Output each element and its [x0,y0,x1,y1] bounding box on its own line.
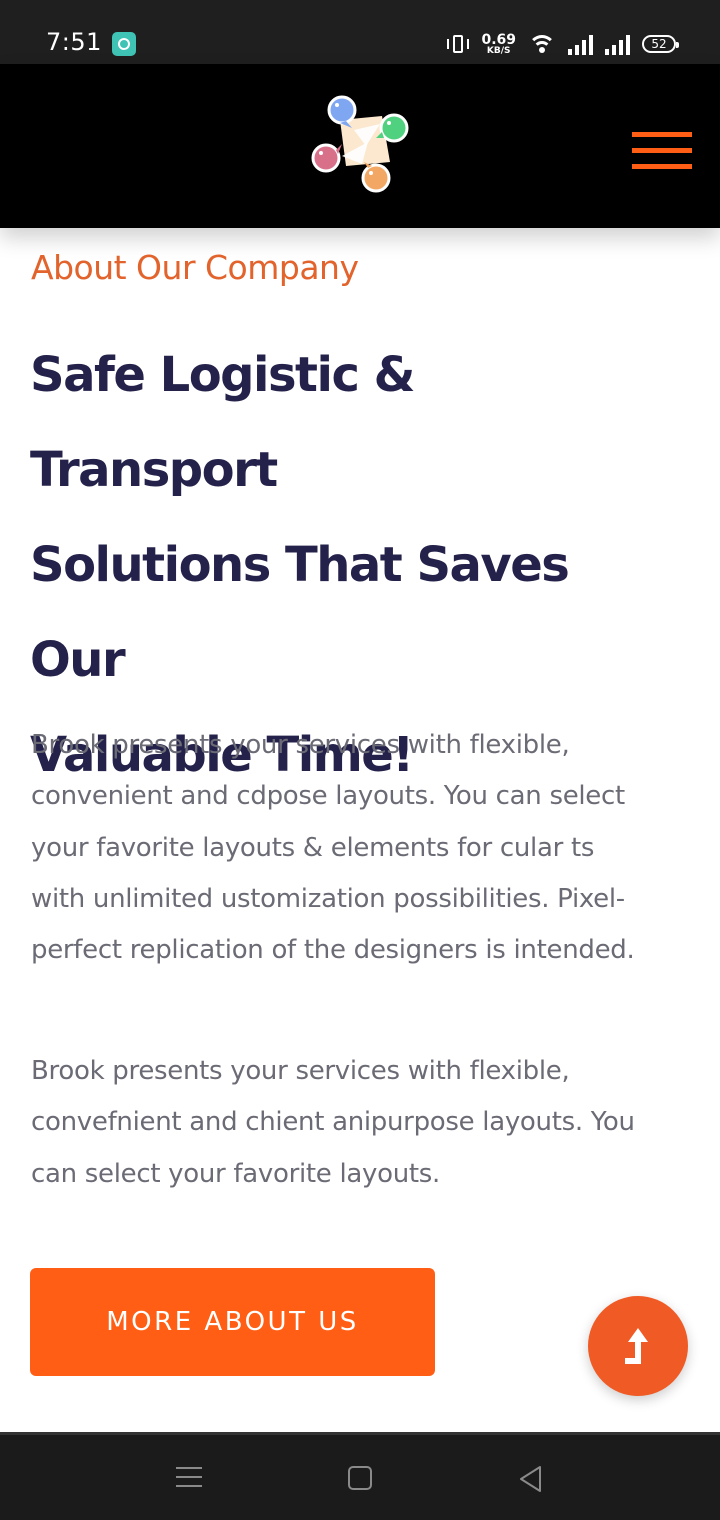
page-title-line: Solutions That Saves Our [30,537,570,688]
paragraph-line: Brook presents your services with flexib… [31,1056,570,1086]
network-speed: 0.69 KB/S [481,33,516,56]
app-notification-icon [112,32,136,56]
paragraph-line: with unlimited ustomization possibilitie… [31,883,625,914]
page-title-line: Safe Logistic & Transport [30,347,415,498]
paragraph-line: your favorite layouts & elements for cul… [31,832,595,863]
signal-icon-2 [605,33,630,55]
signal-icon [568,33,593,55]
back-icon[interactable] [518,1465,544,1493]
about-paragraph-2: Brook presents your services with flexib… [31,1046,691,1200]
home-icon[interactable] [348,1466,372,1490]
section-label: About Our Company [31,248,359,287]
paragraph-line: Brook presents your services with flexib… [31,730,570,760]
recents-icon[interactable] [176,1465,202,1489]
scroll-to-top-button[interactable] [588,1296,688,1396]
paragraph-line: perfect replication of the designers is … [31,935,635,966]
hamburger-menu-icon[interactable] [632,132,692,172]
paragraph-line: convenient and cdpose layouts. You can s… [31,781,625,812]
network-speed-value: 0.69 [481,31,516,48]
more-about-us-button[interactable]: MORE ABOUT US [30,1268,435,1376]
status-time: 7:51 [46,28,102,56]
arrow-up-icon [625,1328,648,1364]
wifi-icon [528,33,556,55]
network-speed-unit: KB/S [486,45,511,56]
paragraph-line: can select your favorite layouts. [31,1158,440,1189]
system-navigation-bar [0,1432,720,1520]
site-header [0,64,720,228]
logo-icon[interactable] [306,90,414,198]
status-bar: 7:51 0.69 KB/S 52 [0,0,720,64]
about-paragraph-1: Brook presents your services with flexib… [31,720,691,976]
battery-level: 52 [651,37,667,51]
status-indicators: 0.69 KB/S 52 [447,30,679,58]
battery-icon: 52 [642,35,679,53]
vibrate-icon [447,33,470,55]
paragraph-line: convefnient and chient anipurpose layout… [31,1107,635,1138]
